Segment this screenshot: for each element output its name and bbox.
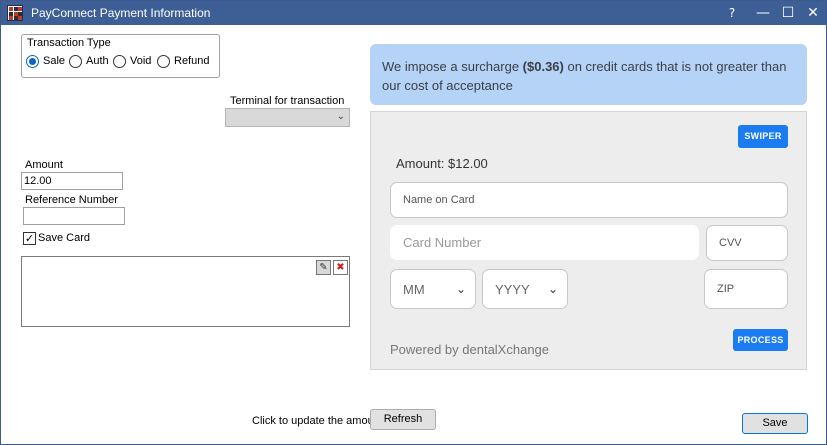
- zip-placeholder: ZIP: [717, 283, 735, 295]
- payment-form-panel: SWIPER Amount: $12.00 Name on Card Card …: [370, 111, 807, 370]
- minimize-button[interactable]: —: [750, 3, 776, 23]
- maximize-button[interactable]: ☐: [775, 3, 801, 23]
- payment-amount: Amount: $12.00: [396, 156, 488, 171]
- radio-auth-label: Auth: [86, 55, 109, 67]
- surcharge-text-start: We impose a surcharge: [382, 59, 523, 74]
- radio-void-label: Void: [130, 55, 152, 67]
- surcharge-notice: We impose a surcharge ($0.36) on credit …: [370, 44, 807, 105]
- name-on-card-placeholder: Name on Card: [403, 194, 475, 206]
- radio-refund-label: Refund: [174, 55, 210, 67]
- cvv-placeholder: CVV: [719, 237, 742, 249]
- radio-auth-indicator[interactable]: [69, 54, 82, 68]
- expiry-month-select[interactable]: MM ⌄: [390, 269, 476, 309]
- title-bar[interactable]: PayConnect Payment Information ? — ☐ ✕: [1, 1, 826, 25]
- app-icon: [7, 5, 23, 21]
- radio-auth[interactable]: Auth: [69, 53, 109, 69]
- terminal-select[interactable]: ⌄: [225, 108, 350, 127]
- expiry-year-placeholder: YYYY: [495, 281, 530, 297]
- amount-label: Amount: [25, 159, 63, 171]
- radio-sale-label: Sale: [43, 55, 66, 67]
- transaction-type-label: Transaction Type: [27, 37, 111, 49]
- radio-void-indicator[interactable]: [113, 54, 126, 68]
- edit-signature-icon[interactable]: ✎: [316, 260, 331, 275]
- window-title: PayConnect Payment Information: [31, 6, 211, 20]
- close-button[interactable]: ✕: [800, 3, 826, 23]
- amount-input[interactable]: 12.00: [21, 172, 123, 190]
- surcharge-amount: ($0.36): [522, 59, 564, 74]
- chevron-down-icon: ⌄: [455, 282, 466, 296]
- radio-refund-indicator[interactable]: [157, 54, 170, 68]
- powered-by-text: Powered by dentalXchange: [390, 342, 550, 357]
- radio-sale-indicator[interactable]: [26, 54, 39, 68]
- help-button[interactable]: ?: [719, 3, 745, 23]
- save-card-label: Save Card: [38, 232, 90, 244]
- swiper-button[interactable]: SWIPER: [738, 125, 788, 148]
- expiry-month-placeholder: MM: [403, 281, 425, 297]
- refresh-button[interactable]: Refresh: [370, 409, 436, 430]
- save-card-checkbox[interactable]: ✓: [23, 232, 36, 245]
- save-button[interactable]: Save: [742, 413, 808, 434]
- name-on-card-input[interactable]: Name on Card: [390, 182, 788, 218]
- reference-number-label: Reference Number: [25, 194, 118, 206]
- payconnect-window: PayConnect Payment Information ? — ☐ ✕ T…: [0, 0, 827, 445]
- signature-box[interactable]: ✎ ✖: [21, 256, 350, 327]
- chevron-down-icon: ⌄: [547, 282, 558, 296]
- card-number-input[interactable]: Card Number: [390, 225, 699, 260]
- radio-refund[interactable]: Refund: [157, 53, 209, 69]
- clear-signature-icon[interactable]: ✖: [333, 260, 348, 275]
- card-number-placeholder: Card Number: [403, 235, 482, 250]
- zip-input[interactable]: ZIP: [704, 269, 788, 309]
- chevron-down-icon: ⌄: [336, 111, 345, 122]
- reference-number-input[interactable]: [23, 207, 125, 225]
- transaction-type-group: Transaction Type Sale Auth Void Refund: [21, 34, 220, 78]
- radio-void[interactable]: Void: [113, 53, 151, 69]
- update-amount-hint: Click to update the amount: [252, 415, 383, 427]
- radio-sale[interactable]: Sale: [26, 53, 65, 69]
- terminal-label: Terminal for transaction: [230, 95, 345, 107]
- process-button[interactable]: PROCESS: [733, 329, 788, 351]
- expiry-year-select[interactable]: YYYY ⌄: [482, 269, 568, 309]
- cvv-input[interactable]: CVV: [706, 225, 788, 261]
